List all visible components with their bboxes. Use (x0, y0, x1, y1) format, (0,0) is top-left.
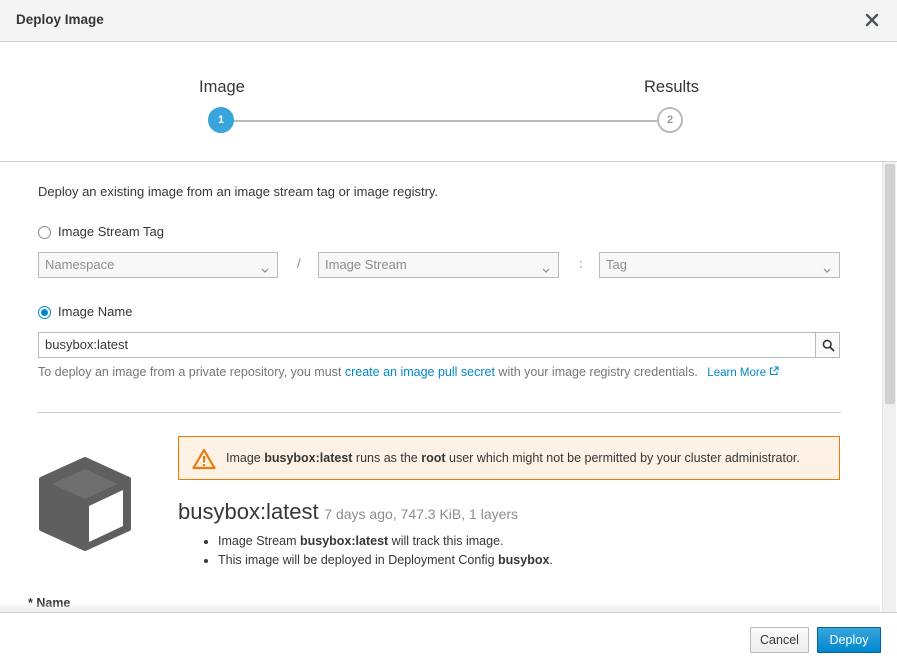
search-button[interactable] (815, 332, 840, 358)
step-circle-2[interactable]: 2 (657, 107, 683, 133)
dialog-header: Deploy Image (0, 0, 897, 42)
scroll-fade (0, 602, 880, 612)
step-label-results: Results (644, 78, 700, 96)
image-stream-tag-label: Image Stream Tag (58, 224, 164, 239)
image-name-input[interactable]: busybox:latest (38, 332, 816, 358)
chevron-down-icon (260, 259, 270, 273)
namespace-select[interactable]: Namespace (38, 252, 278, 278)
wizard-steps: Image Results 1 2 (0, 42, 897, 162)
tag-select[interactable]: Tag (599, 252, 840, 278)
list-item: Image Stream busybox:latest will track t… (218, 534, 553, 548)
scrollbar-thumb[interactable] (885, 164, 895, 404)
cancel-button[interactable]: Cancel (750, 627, 809, 653)
bullet1-pre: Image Stream (218, 534, 300, 548)
deploy-button[interactable]: Deploy (817, 627, 881, 653)
tag-select-value: Tag (606, 257, 627, 272)
warning-user: root (421, 451, 446, 465)
intro-text: Deploy an existing image from an image s… (38, 184, 439, 199)
image-stream-select-value: Image Stream (325, 257, 407, 272)
help-suffix: with your image registry credentials. (494, 365, 698, 379)
image-title-name: busybox:latest (178, 499, 319, 524)
body-scrollbar[interactable] (882, 162, 896, 612)
step-label-image: Image (199, 78, 245, 96)
image-details-list: Image Stream busybox:latest will track t… (204, 534, 553, 572)
image-title: busybox:latest 7 days ago, 747.3 KiB, 1 … (178, 499, 518, 525)
image-name-label: Image Name (58, 304, 133, 319)
step-circle-1[interactable]: 1 (208, 107, 234, 133)
list-item: This image will be deployed in Deploymen… (218, 553, 553, 567)
image-stream-select[interactable]: Image Stream (318, 252, 559, 278)
image-name-radio[interactable] (38, 306, 51, 319)
bullet2-pre: This image will be deployed in Deploymen… (218, 553, 499, 567)
bullet2-post: . (549, 553, 553, 567)
bullet1-post: will track this image. (388, 534, 504, 548)
learn-more-link[interactable]: Learn More (707, 366, 779, 379)
colon-separator: : (579, 256, 583, 271)
image-stream-tag-radio[interactable] (38, 226, 51, 239)
learn-more-label: Learn More (707, 367, 767, 379)
chevron-down-icon (822, 259, 832, 273)
warning-mid: runs as the (352, 451, 422, 465)
step-progress-line (233, 120, 657, 122)
warning-pre: Image (226, 451, 265, 465)
warning-message: Image busybox:latest runs as the root us… (226, 451, 800, 465)
image-title-meta: 7 days ago, 747.3 KiB, 1 layers (324, 506, 519, 522)
section-divider (37, 412, 841, 413)
help-text: To deploy an image from a private reposi… (38, 365, 779, 379)
dialog-body: Deploy an existing image from an image s… (0, 162, 897, 612)
warning-triangle-icon (192, 448, 216, 473)
root-user-warning: Image busybox:latest runs as the root us… (178, 436, 840, 480)
help-prefix: To deploy an image from a private reposi… (38, 365, 345, 379)
chevron-down-icon (541, 259, 551, 273)
dialog-footer: Cancel Deploy (0, 612, 897, 672)
bullet2-bold: busybox (498, 553, 550, 567)
slash-separator: / (297, 256, 301, 271)
external-link-icon (769, 366, 779, 379)
warning-post: user which might not be permitted by you… (445, 451, 800, 465)
warning-image: busybox:latest (264, 451, 353, 465)
create-pull-secret-link[interactable]: create an image pull secret (345, 365, 495, 379)
close-icon[interactable] (863, 11, 881, 29)
cube-icon (36, 455, 134, 554)
bullet1-bold: busybox:latest (299, 534, 389, 548)
namespace-select-value: Namespace (45, 257, 115, 272)
dialog-title: Deploy Image (16, 12, 104, 27)
